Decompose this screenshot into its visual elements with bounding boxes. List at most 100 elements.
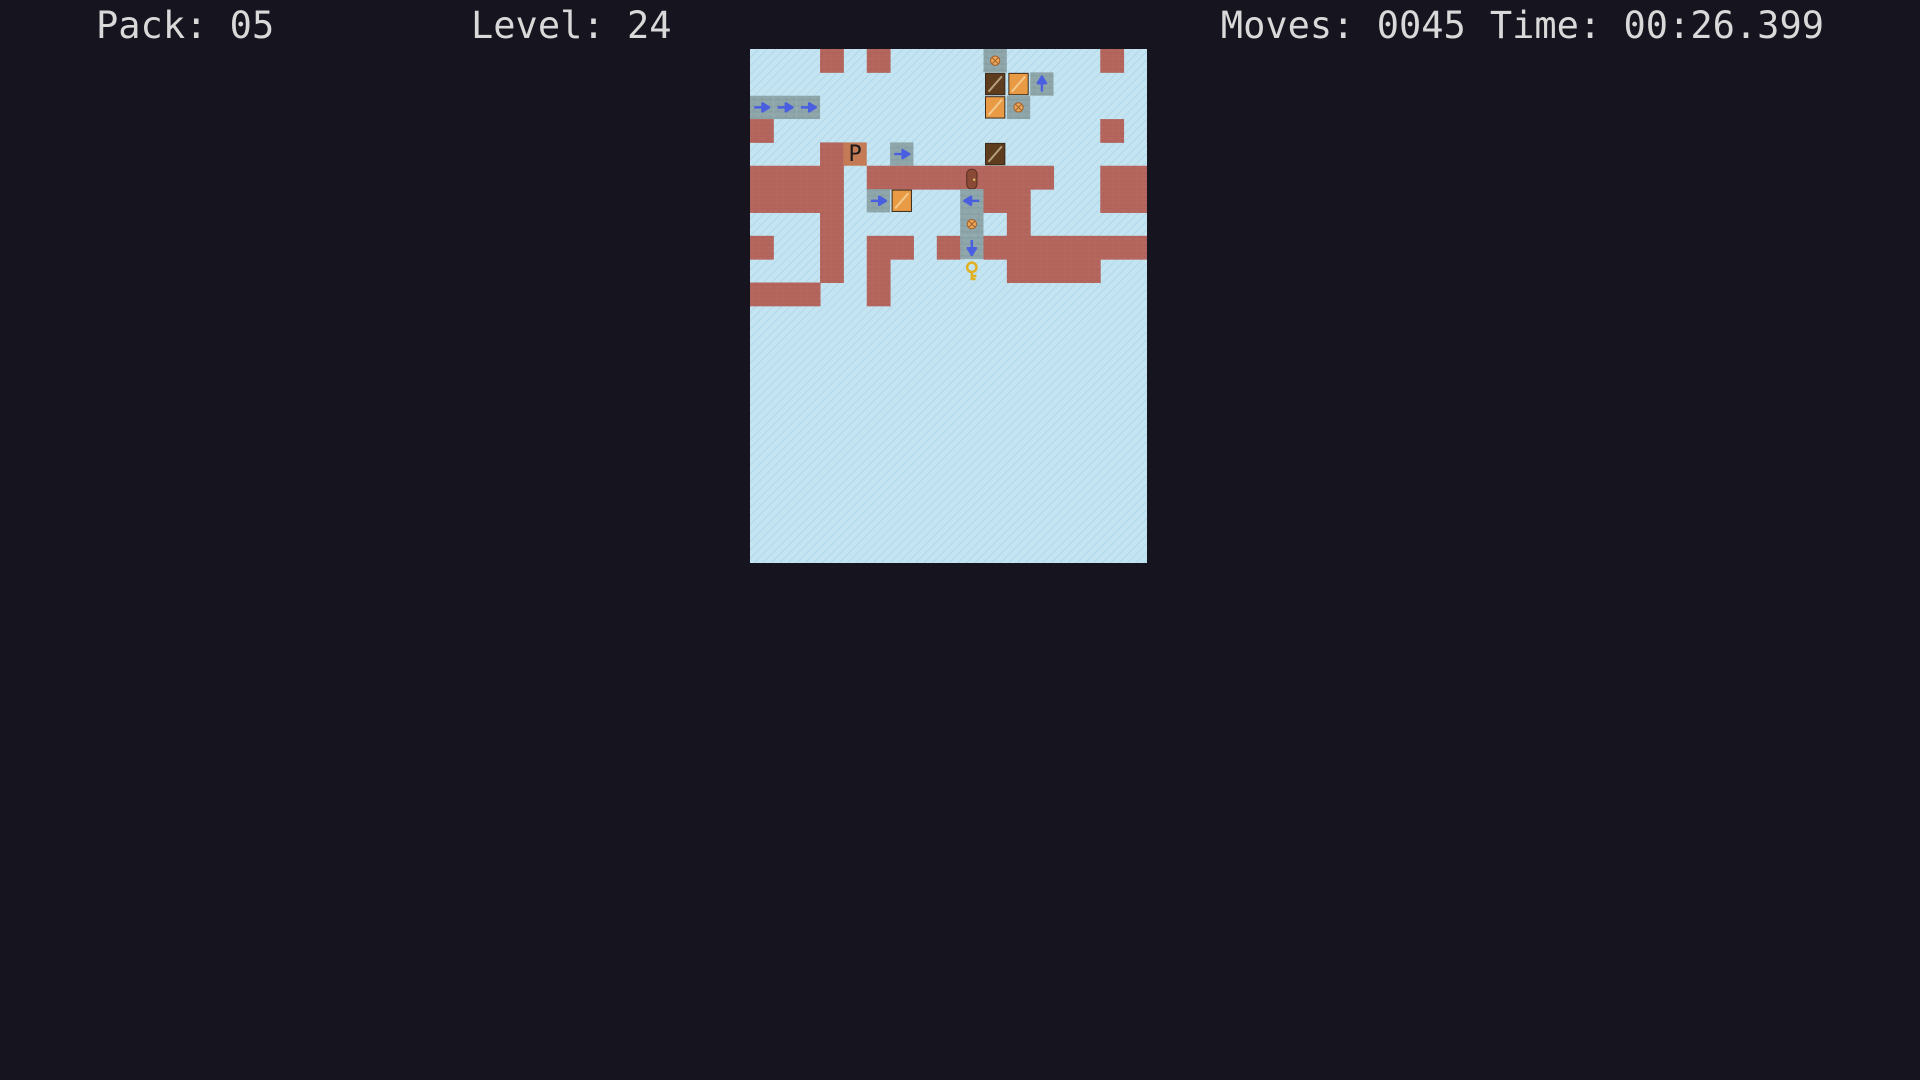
tile-conveyor-right[interactable]	[750, 95, 774, 120]
tile-wall	[820, 49, 844, 73]
tile-wall	[1100, 165, 1125, 190]
tile-wall	[820, 189, 844, 213]
wall-block	[1123, 235, 1147, 260]
wall-block	[820, 49, 844, 73]
tile-wall	[866, 259, 891, 283]
level-label: Level:	[471, 4, 605, 47]
tile-conveyor-right[interactable]	[866, 189, 891, 213]
tile-player[interactable]: P	[843, 142, 867, 167]
tile-wall	[820, 259, 844, 283]
level-value: 24	[626, 4, 672, 47]
tile-crate-light[interactable]	[1008, 72, 1029, 96]
tile-wall	[866, 235, 891, 260]
moves-value: 0045	[1376, 4, 1466, 47]
tile-wall	[750, 235, 774, 260]
tile-wall	[866, 282, 891, 307]
moves-time-indicator: Moves: 0045 Time: 00:26.399	[1221, 0, 1824, 52]
wall-block	[936, 235, 961, 260]
time-value: 00:26.399	[1623, 4, 1824, 47]
tile-conveyor-left[interactable]	[960, 189, 984, 213]
tile-conveyor-right[interactable]	[890, 142, 914, 166]
wall-block	[773, 189, 798, 213]
wall-block	[1100, 165, 1125, 190]
wall-block	[866, 259, 891, 283]
wall-block	[1030, 165, 1055, 190]
tile-door[interactable]	[960, 165, 984, 190]
tile-wall	[1030, 235, 1055, 260]
tile-wall	[1123, 165, 1147, 190]
tile-wall	[936, 165, 961, 190]
tile-crate-light[interactable]	[891, 189, 912, 212]
tile-conveyor-up[interactable]	[1030, 72, 1054, 96]
tile-wall	[820, 142, 844, 167]
tile-wall	[1076, 235, 1101, 260]
tile-wall	[1100, 119, 1125, 143]
tile-wall	[1006, 165, 1031, 190]
wall-block	[1006, 259, 1031, 283]
tile-wall	[750, 189, 774, 213]
wall-block	[750, 119, 774, 143]
pack-indicator: Pack: 05	[96, 0, 274, 52]
tile-wall	[773, 282, 798, 307]
tile-conveyor-target[interactable]	[983, 49, 1007, 73]
tile-wall	[983, 235, 1008, 260]
wall-block	[820, 235, 844, 260]
tile-conveyor-right[interactable]	[773, 95, 797, 120]
tile-crate-dark[interactable]	[985, 142, 1006, 166]
tile-wall	[1006, 259, 1031, 283]
tile-conveyor-down[interactable]	[960, 235, 984, 260]
wall-block	[890, 235, 914, 260]
time-label: Time:	[1489, 4, 1602, 47]
tile-crate-light-vertical[interactable]	[985, 96, 1006, 119]
tile-wall	[1053, 259, 1078, 283]
tile-wall	[866, 165, 891, 190]
tile-wall	[1076, 259, 1101, 283]
game-board[interactable]: P	[750, 49, 1147, 563]
board-canvas[interactable]: P	[750, 49, 1147, 563]
wall-block	[936, 165, 961, 190]
wall-block	[750, 282, 774, 307]
tile-wall	[773, 165, 798, 190]
tile-wall	[890, 235, 914, 260]
wall-block	[1076, 259, 1101, 283]
pack-value: 05	[229, 4, 275, 47]
wall-block	[1030, 259, 1055, 283]
wall-block	[1100, 189, 1125, 213]
wall-block	[773, 165, 798, 190]
tile-conveyor-target[interactable]	[960, 212, 984, 236]
tile-wall	[1030, 259, 1055, 283]
tile-wall	[1006, 189, 1031, 213]
wall-block	[913, 165, 938, 190]
wall-block	[1123, 165, 1147, 190]
player-label: P	[848, 142, 861, 167]
wall-block	[750, 235, 774, 260]
tile-wall	[750, 119, 774, 143]
tile-wall	[983, 189, 1008, 213]
tile-wall	[983, 165, 1008, 190]
wall-block	[866, 282, 891, 307]
tile-wall	[1100, 235, 1125, 260]
pack-label: Pack:	[96, 4, 208, 47]
tile-wall	[796, 282, 821, 307]
level-indicator: Level: 24	[471, 0, 672, 52]
wall-block	[796, 189, 821, 213]
wall-block	[820, 259, 844, 283]
tile-wall	[1006, 235, 1031, 260]
tile-wall	[773, 189, 798, 213]
door-knob-icon	[972, 178, 976, 181]
tile-conveyor-target[interactable]	[1006, 95, 1031, 120]
wall-block	[1006, 189, 1031, 213]
wall-block	[1076, 235, 1101, 260]
wall-block	[890, 165, 914, 190]
tile-conveyor-right[interactable]	[796, 95, 821, 120]
wall-block	[1100, 119, 1125, 143]
tile-wall	[936, 235, 961, 260]
tile-wall	[1100, 189, 1125, 213]
wall-block	[983, 165, 1008, 190]
wall-block	[866, 49, 891, 73]
wall-block	[820, 142, 844, 167]
tile-wall	[1053, 235, 1078, 260]
tile-wall	[750, 282, 774, 307]
tile-crate-dark[interactable]	[985, 72, 1006, 96]
wall-block	[1006, 165, 1031, 190]
